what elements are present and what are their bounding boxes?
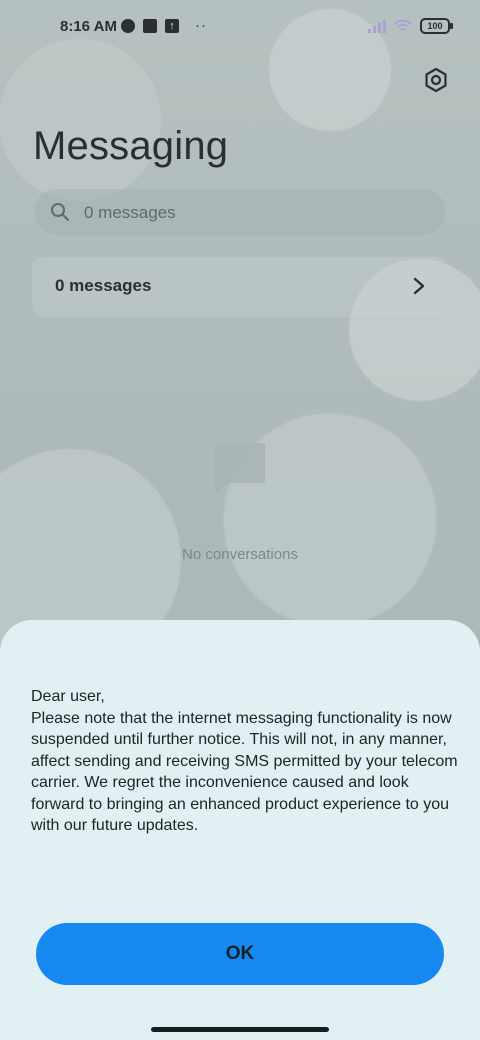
battery-icon: 100 (420, 18, 453, 34)
upload-notification-icon: ↑ (165, 19, 179, 33)
messages-row[interactable]: 0 messages (32, 257, 448, 317)
search-bar[interactable] (34, 189, 446, 237)
wifi-icon (394, 19, 412, 31)
app-notification-icon (121, 19, 135, 33)
status-time: 8:16 AM (60, 18, 117, 35)
more-notifications-icon: ·· (195, 17, 207, 34)
dialog-message: Dear user, Please note that the internet… (31, 688, 458, 834)
status-bar: 8:16 AM ↑ ·· 100 (0, 0, 480, 56)
page-title: Messaging (33, 124, 229, 168)
messages-row-label: 0 messages (55, 276, 152, 295)
signal-icon (368, 19, 386, 33)
notification-icons: ↑ ·· (121, 17, 207, 34)
search-icon (51, 203, 69, 221)
square-notification-icon (143, 19, 157, 33)
chevron-right-icon (413, 277, 425, 295)
home-indicator[interactable] (151, 1027, 329, 1032)
ok-button[interactable]: OK (36, 923, 444, 985)
system-icons: 100 (368, 18, 453, 34)
empty-state-text: No conversations (182, 546, 298, 563)
chat-bubble-icon (215, 443, 265, 495)
settings-icon[interactable] (423, 67, 449, 93)
search-input[interactable] (82, 189, 426, 237)
